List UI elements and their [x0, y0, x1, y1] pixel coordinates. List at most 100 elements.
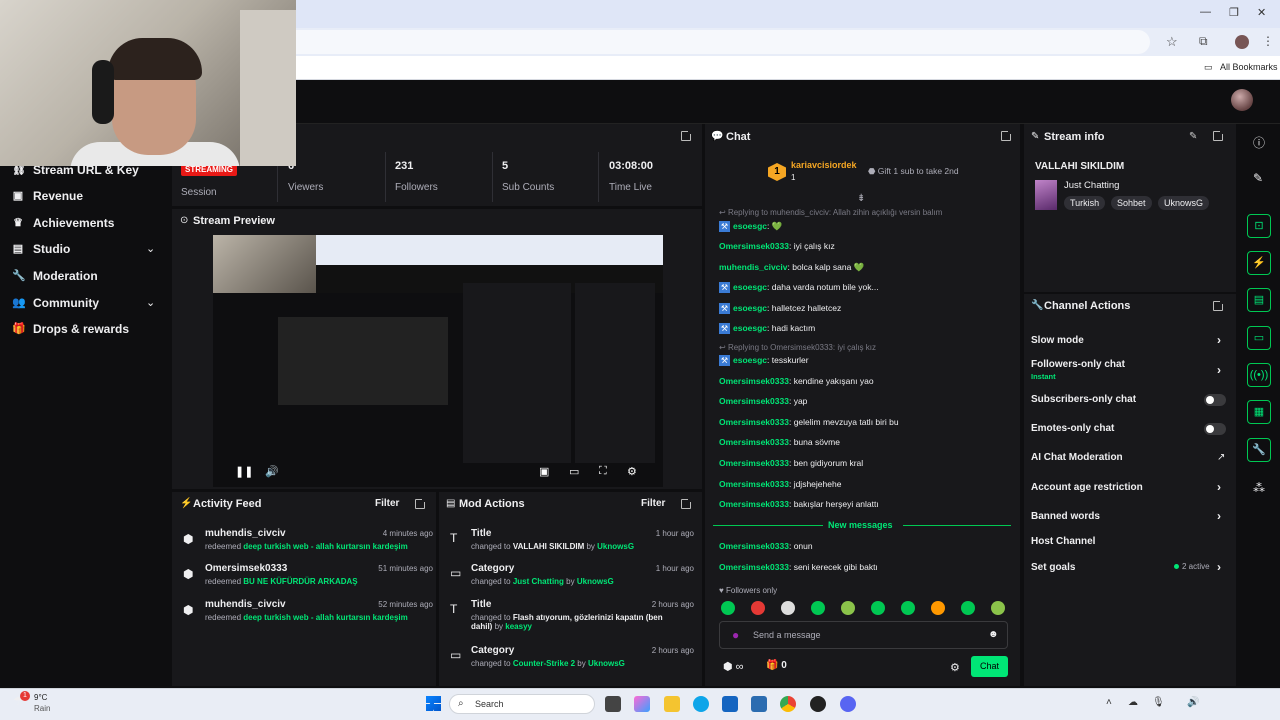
mod-filter-button[interactable]: Filter	[641, 498, 665, 509]
mod-user[interactable]: keasyy	[505, 622, 532, 631]
info-icon[interactable]: ⓘ	[1253, 134, 1265, 151]
chat-username[interactable]: Omersimsek0333	[719, 376, 789, 386]
pencil-icon[interactable]: ✎	[1253, 171, 1263, 185]
chat-username[interactable]: esoesgc	[733, 221, 767, 231]
chevron-down-icon[interactable]: ⌄	[146, 296, 155, 309]
points-button[interactable]: ⬢ ∞	[723, 660, 744, 673]
chevron-right-icon[interactable]: ›	[1217, 480, 1221, 494]
chat-username[interactable]: Omersimsek0333	[719, 541, 789, 551]
activity-filter-button[interactable]: Filter	[375, 498, 399, 509]
mod-user[interactable]: UknowsG	[588, 659, 625, 668]
host-channel-row[interactable]: Host Channel	[1031, 536, 1095, 547]
feed-user[interactable]: muhendis_civciv	[205, 599, 286, 610]
chat-username[interactable]: Omersimsek0333	[719, 437, 789, 447]
gift-sub-button[interactable]: ⬣ Gift 1 sub to take 2nd	[868, 166, 959, 177]
sidebar-item-moderation[interactable]: 🔧 Moderation	[12, 269, 98, 283]
tag[interactable]: UknowsG	[1158, 196, 1210, 210]
taskbar-search[interactable]: ⌕ Search	[449, 694, 595, 714]
microphone-icon[interactable]: 🎙	[1152, 697, 1165, 708]
popout-icon[interactable]	[415, 497, 427, 509]
restore-icon[interactable]: ❐	[1229, 6, 1239, 19]
puzzle-icon[interactable]: ⧉	[1199, 34, 1208, 49]
microphone-icon[interactable]: ●	[732, 628, 739, 642]
emote-icon[interactable]	[841, 601, 855, 615]
layout-icon[interactable]: ▦	[1247, 400, 1271, 424]
emote-icon[interactable]	[781, 601, 795, 615]
mod-user[interactable]: UknowsG	[577, 577, 614, 586]
obs-icon[interactable]	[810, 696, 826, 712]
category-thumbnail[interactable]	[1035, 180, 1057, 210]
broadcast-icon[interactable]: ((•))	[1247, 363, 1271, 387]
category-name[interactable]: Just Chatting	[1064, 180, 1119, 191]
stream-preview-video[interactable]: ❚❚ 🔊 ▣ ▭ ⛶ ⚙	[213, 235, 663, 487]
cloud-icon[interactable]: ☁	[1128, 697, 1138, 708]
discord-icon[interactable]	[840, 696, 856, 712]
feed-user[interactable]: muhendis_civciv	[205, 528, 286, 539]
fullscreen-icon[interactable]: ⛶	[599, 465, 607, 478]
slow-mode-row[interactable]: Slow mode	[1031, 335, 1084, 346]
pause-icon[interactable]: ❚❚	[235, 465, 253, 478]
close-icon[interactable]: ✕	[1257, 6, 1266, 19]
document-icon[interactable]: ▤	[1247, 288, 1271, 312]
chat-username[interactable]: Omersimsek0333	[719, 562, 789, 572]
gear-icon[interactable]: ⚙	[950, 661, 960, 674]
kebab-icon[interactable]: ⋮	[1262, 34, 1274, 48]
edge-icon[interactable]	[693, 696, 709, 712]
chat-input[interactable]: ● Send a message ☻	[719, 621, 1008, 649]
chat-username[interactable]: Omersimsek0333	[719, 417, 789, 427]
chat-username[interactable]: Omersimsek0333	[719, 458, 789, 468]
tag[interactable]: Turkish	[1064, 196, 1106, 210]
emote-icon[interactable]	[931, 601, 945, 615]
star-icon[interactable]: ☆	[1166, 34, 1178, 50]
chat-username[interactable]: Omersimsek0333	[719, 396, 789, 406]
emotes-only-toggle[interactable]	[1204, 423, 1226, 435]
sidebar-item-revenue[interactable]: ▣ Revenue	[12, 189, 83, 203]
popout-icon[interactable]	[1213, 129, 1225, 141]
volume-icon[interactable]: 🔊	[265, 465, 279, 478]
bolt-icon[interactable]: ⚡	[1247, 251, 1271, 275]
gear-icon[interactable]: ⚙	[627, 465, 637, 478]
chevron-up-icon[interactable]: ˄	[1106, 697, 1112, 708]
set-goals-row[interactable]: Set goals	[1031, 562, 1075, 573]
popout-icon[interactable]	[1001, 129, 1013, 141]
chrome-icon[interactable]	[780, 696, 796, 712]
emoji-icon[interactable]: ☻	[988, 629, 999, 640]
speaker-icon[interactable]: 🔊	[1187, 697, 1199, 708]
popout-icon[interactable]	[681, 129, 693, 141]
pip-icon[interactable]: ▣	[539, 465, 549, 478]
emote-icon[interactable]	[811, 601, 825, 615]
mod-user[interactable]: UknowsG	[597, 542, 634, 551]
all-bookmarks-link[interactable]: All Bookmarks	[1220, 62, 1278, 72]
emote-icon[interactable]	[961, 601, 975, 615]
edit-icon[interactable]: ✎	[1189, 131, 1197, 142]
popout-icon[interactable]	[681, 497, 693, 509]
sidebar-item-studio[interactable]: ▤ Studio	[12, 242, 71, 256]
send-chat-button[interactable]: Chat	[971, 656, 1008, 677]
account-age-row[interactable]: Account age restriction	[1031, 482, 1143, 493]
emote-icon[interactable]	[901, 601, 915, 615]
avatar[interactable]	[1231, 89, 1253, 111]
chevron-right-icon[interactable]: ›	[1217, 509, 1221, 523]
followers-only-row[interactable]: Followers-only chat	[1031, 359, 1125, 370]
chat-username[interactable]: muhendis_civciv	[719, 262, 788, 272]
chat-username[interactable]: Omersimsek0333	[719, 499, 789, 509]
copilot-icon[interactable]	[634, 696, 650, 712]
outlook-icon[interactable]	[751, 696, 767, 712]
chat-username[interactable]: Omersimsek0333	[719, 479, 789, 489]
chat-username[interactable]: Omersimsek0333	[719, 241, 789, 251]
chevron-down-icon[interactable]: ⌄	[146, 242, 155, 255]
subscribers-only-toggle[interactable]	[1204, 394, 1226, 406]
external-link-icon[interactable]: ↗	[1217, 452, 1225, 463]
collapse-icon[interactable]: ⇟	[857, 193, 865, 204]
chat-username[interactable]: esoesgc	[733, 282, 767, 292]
feed-user[interactable]: Omersimsek0333	[205, 563, 287, 574]
emote-icon[interactable]	[721, 601, 735, 615]
sidebar-item-drops[interactable]: 🎁 Drops & rewards	[12, 322, 129, 336]
wrench-icon[interactable]: 🔧	[1247, 438, 1271, 462]
banned-words-row[interactable]: Banned words	[1031, 511, 1100, 522]
sidebar-item-community[interactable]: 👥 Community	[12, 296, 99, 310]
profile-avatar[interactable]	[1235, 35, 1249, 49]
minimize-icon[interactable]: —	[1200, 6, 1211, 18]
chevron-right-icon[interactable]: ›	[1217, 560, 1221, 574]
store-icon[interactable]	[722, 696, 738, 712]
